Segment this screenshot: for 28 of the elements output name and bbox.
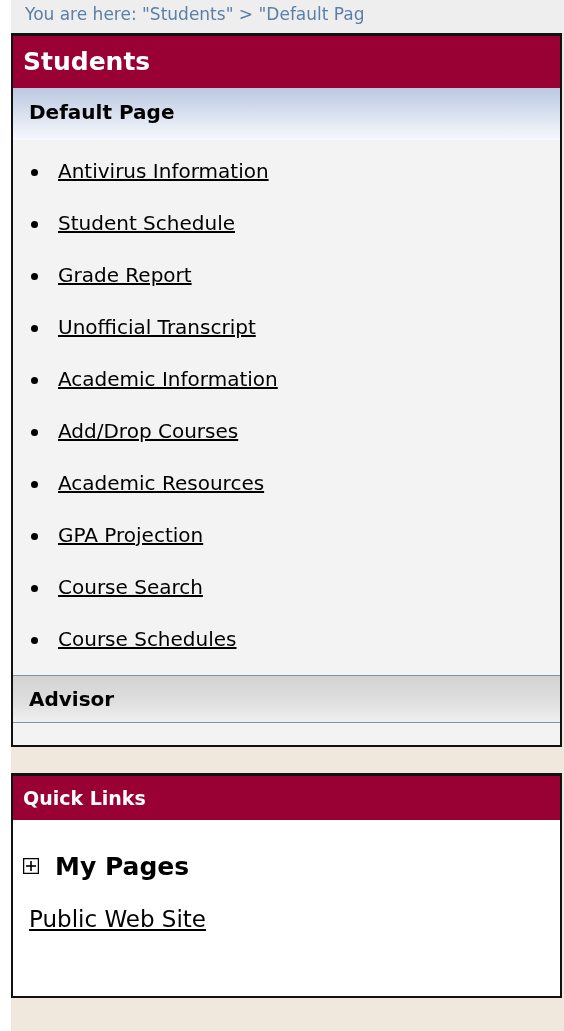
nav-link[interactable]: Grade Report — [58, 263, 192, 287]
bullet-icon — [31, 272, 38, 280]
expand-icon[interactable] — [23, 858, 39, 874]
nav-link[interactable]: Academic Resources — [58, 471, 265, 495]
bullet-icon — [31, 168, 38, 176]
nav-link[interactable]: Course Schedules — [58, 627, 237, 651]
bullet-icon — [31, 324, 38, 332]
nav-link[interactable]: Antivirus Information — [58, 159, 269, 183]
section-header[interactable]: Default Page — [13, 88, 560, 140]
panel-title: Quick Links — [13, 776, 560, 820]
bullet-icon — [31, 220, 38, 228]
breadcrumb: You are here: "Students" > "Default Pag — [25, 4, 365, 24]
section-header[interactable]: Advisor — [13, 675, 560, 723]
bullet-icon — [31, 584, 38, 592]
bullet-icon — [31, 376, 38, 384]
bullet-icon — [31, 480, 38, 488]
panel-title: Students — [13, 36, 560, 88]
nav-link[interactable]: Unofficial Transcript — [58, 315, 256, 339]
quick-link[interactable]: Public Web Site — [29, 906, 206, 932]
nav-link[interactable]: Student Schedule — [58, 211, 235, 235]
nav-link[interactable]: GPA Projection — [58, 523, 204, 547]
bullet-icon — [31, 428, 38, 436]
nav-link[interactable]: Academic Information — [58, 367, 278, 391]
nav-link[interactable]: Course Search — [58, 575, 203, 599]
bullet-icon — [31, 636, 38, 644]
bullet-icon — [31, 532, 38, 540]
nav-link[interactable]: Add/Drop Courses — [58, 419, 239, 443]
my-pages-heading[interactable]: My Pages — [55, 851, 190, 881]
